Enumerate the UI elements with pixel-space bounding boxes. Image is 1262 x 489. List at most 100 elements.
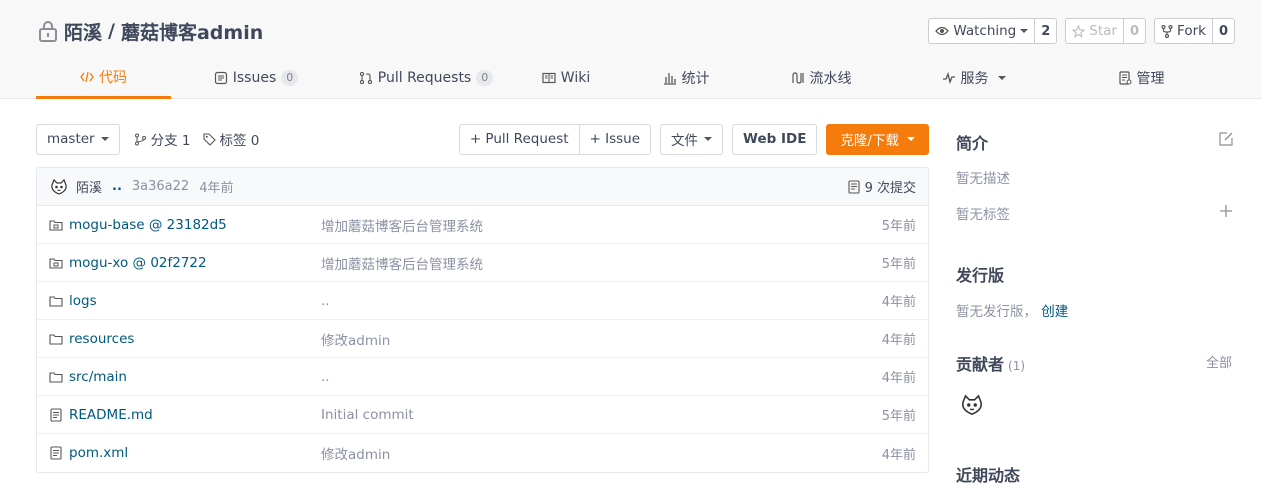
file-name: pom.xml xyxy=(69,445,129,461)
commit-hash[interactable]: 3a36a22 xyxy=(132,179,189,194)
file-time: 4年前 xyxy=(881,447,916,463)
table-row: mogu-xo @ 02f2722 增加蘑菇博客后台管理系统 5年前 xyxy=(37,244,928,282)
table-row: mogu-base @ 23182d5 增加蘑菇博客后台管理系统 5年前 xyxy=(37,206,928,244)
clone-download-label: 克隆/下载 xyxy=(840,133,899,149)
file-menu-button[interactable]: 文件 xyxy=(660,123,724,155)
create-release-link[interactable]: 创建 xyxy=(1041,304,1068,320)
star-count[interactable]: 0 xyxy=(1124,19,1145,43)
file-name: mogu-base @ 23182d5 xyxy=(69,216,227,233)
star-icon xyxy=(1072,24,1086,38)
folder-icon xyxy=(49,333,63,345)
chevron-down-icon xyxy=(100,137,109,141)
tab-pull-requests[interactable]: Pull Requests 0 xyxy=(341,57,511,99)
plus-icon[interactable] xyxy=(1218,203,1234,219)
star-button[interactable]: Star xyxy=(1066,19,1124,43)
repo-header: 陌溪 / 蘑菇博客admin Watching 2 Star 0 Fork 0 … xyxy=(0,0,1262,99)
commit-message-link[interactable]: .. xyxy=(112,179,122,194)
file-name: src/main xyxy=(69,368,127,385)
repo-name-link[interactable]: 蘑菇博客admin xyxy=(121,18,263,45)
tab-pull-requests-label: Pull Requests xyxy=(377,70,472,86)
table-row: README.md Initial commit 5年前 xyxy=(37,396,928,434)
avatar[interactable] xyxy=(49,177,69,197)
file-link[interactable]: mogu-base @ 23182d5 xyxy=(49,217,321,233)
all-contributors-link[interactable]: 全部 xyxy=(1206,352,1232,371)
release-title: 发行版 xyxy=(956,266,1005,285)
star-label: Star xyxy=(1089,23,1117,39)
file-icon xyxy=(50,407,62,422)
table-row: pom.xml 修改admin 4年前 xyxy=(37,434,928,472)
pull-request-icon xyxy=(359,71,372,85)
new-issue-button[interactable]: + Issue xyxy=(578,124,651,154)
recent-activity-title: 近期动态 xyxy=(956,466,1021,485)
clone-download-button[interactable]: 克隆/下载 xyxy=(826,123,929,155)
fork-count[interactable]: 0 xyxy=(1213,19,1234,43)
folder-icon xyxy=(49,295,63,307)
tab-service-label: 服务 xyxy=(960,71,989,87)
file-commit-message[interactable]: 增加蘑菇博客后台管理系统 xyxy=(321,253,882,273)
watch-button-group: Watching 2 xyxy=(928,18,1058,44)
tab-service[interactable]: 服务 xyxy=(891,57,1056,99)
file-link[interactable]: logs xyxy=(49,293,321,309)
file-link[interactable]: src/main xyxy=(49,369,321,385)
tab-issues[interactable]: Issues 0 xyxy=(171,57,341,99)
file-link[interactable]: mogu-xo @ 02f2722 xyxy=(49,255,321,271)
tag-icon xyxy=(202,132,216,146)
issues-icon xyxy=(214,71,227,85)
branches-link[interactable]: 分支 1 xyxy=(134,129,191,149)
file-link[interactable]: README.md xyxy=(49,407,321,423)
file-commit-message[interactable]: .. xyxy=(321,293,882,309)
document-icon xyxy=(848,179,860,194)
file-commit-message[interactable]: Initial commit xyxy=(321,407,882,423)
toolbar-actions: + Pull Request + Issue 文件 Web IDE 克隆/下载 xyxy=(458,123,929,155)
file-commit-message[interactable]: 修改admin xyxy=(321,329,882,349)
contributors-title: 贡献者 (1) xyxy=(956,351,1025,375)
folder-icon xyxy=(49,371,63,383)
fork-label: Fork xyxy=(1177,23,1206,39)
intro-title: 简介 xyxy=(956,134,989,153)
edit-icon[interactable] xyxy=(1218,131,1234,147)
repo-owner-link[interactable]: 陌溪 xyxy=(64,18,102,45)
table-row: src/main .. 4年前 xyxy=(37,358,928,396)
commit-count-link[interactable]: 9 次提交 xyxy=(848,177,916,196)
star-button-group: Star 0 xyxy=(1065,18,1147,44)
watch-count[interactable]: 2 xyxy=(1035,19,1056,43)
tags-link[interactable]: 标签 0 xyxy=(202,129,260,149)
tab-wiki[interactable]: Wiki xyxy=(511,57,621,99)
fork-button[interactable]: Fork xyxy=(1155,19,1213,43)
tab-stats[interactable]: 统计 xyxy=(621,57,751,99)
contributors-title-label: 贡献者 xyxy=(956,355,1005,374)
commit-time: 4年前 xyxy=(199,181,234,196)
commit-author[interactable]: 陌溪 xyxy=(76,177,102,196)
file-time: 4年前 xyxy=(881,333,916,348)
file-link[interactable]: pom.xml xyxy=(49,445,321,461)
pipeline-icon xyxy=(791,72,804,84)
file-name: resources xyxy=(69,330,135,347)
repo-separator: / xyxy=(108,20,115,42)
tab-manage[interactable]: 管理 xyxy=(1056,57,1226,99)
chevron-down-icon xyxy=(1020,29,1029,33)
avatar[interactable] xyxy=(958,392,986,418)
release-text: 暂无发行版， 创建 xyxy=(956,300,1068,320)
tags-label: 标签 0 xyxy=(219,133,260,149)
chevron-down-icon xyxy=(907,137,915,141)
new-pull-request-button[interactable]: + Pull Request xyxy=(459,124,579,154)
file-time: 4年前 xyxy=(881,295,916,310)
chevron-down-icon xyxy=(704,137,713,141)
watch-button[interactable]: Watching xyxy=(929,19,1036,43)
file-commit-message[interactable]: 修改admin xyxy=(321,443,882,463)
file-commit-message[interactable]: 增加蘑菇博客后台管理系统 xyxy=(321,215,882,235)
web-ide-button[interactable]: Web IDE xyxy=(732,123,818,155)
tab-code[interactable]: 代码 xyxy=(36,57,171,99)
stats-icon xyxy=(663,73,676,85)
file-menu-label: 文件 xyxy=(671,133,699,149)
tab-issues-label: Issues xyxy=(232,70,277,86)
file-time: 5年前 xyxy=(881,219,916,234)
tab-wiki-label: Wiki xyxy=(560,70,591,86)
file-link[interactable]: resources xyxy=(49,331,321,347)
file-commit-message[interactable]: .. xyxy=(321,369,882,385)
chevron-down-icon xyxy=(997,76,1006,80)
tab-pipeline[interactable]: 流水线 xyxy=(751,57,891,99)
submodule-icon xyxy=(49,257,63,269)
no-description-text: 暂无描述 xyxy=(956,171,1010,187)
branch-select[interactable]: master xyxy=(36,123,120,155)
